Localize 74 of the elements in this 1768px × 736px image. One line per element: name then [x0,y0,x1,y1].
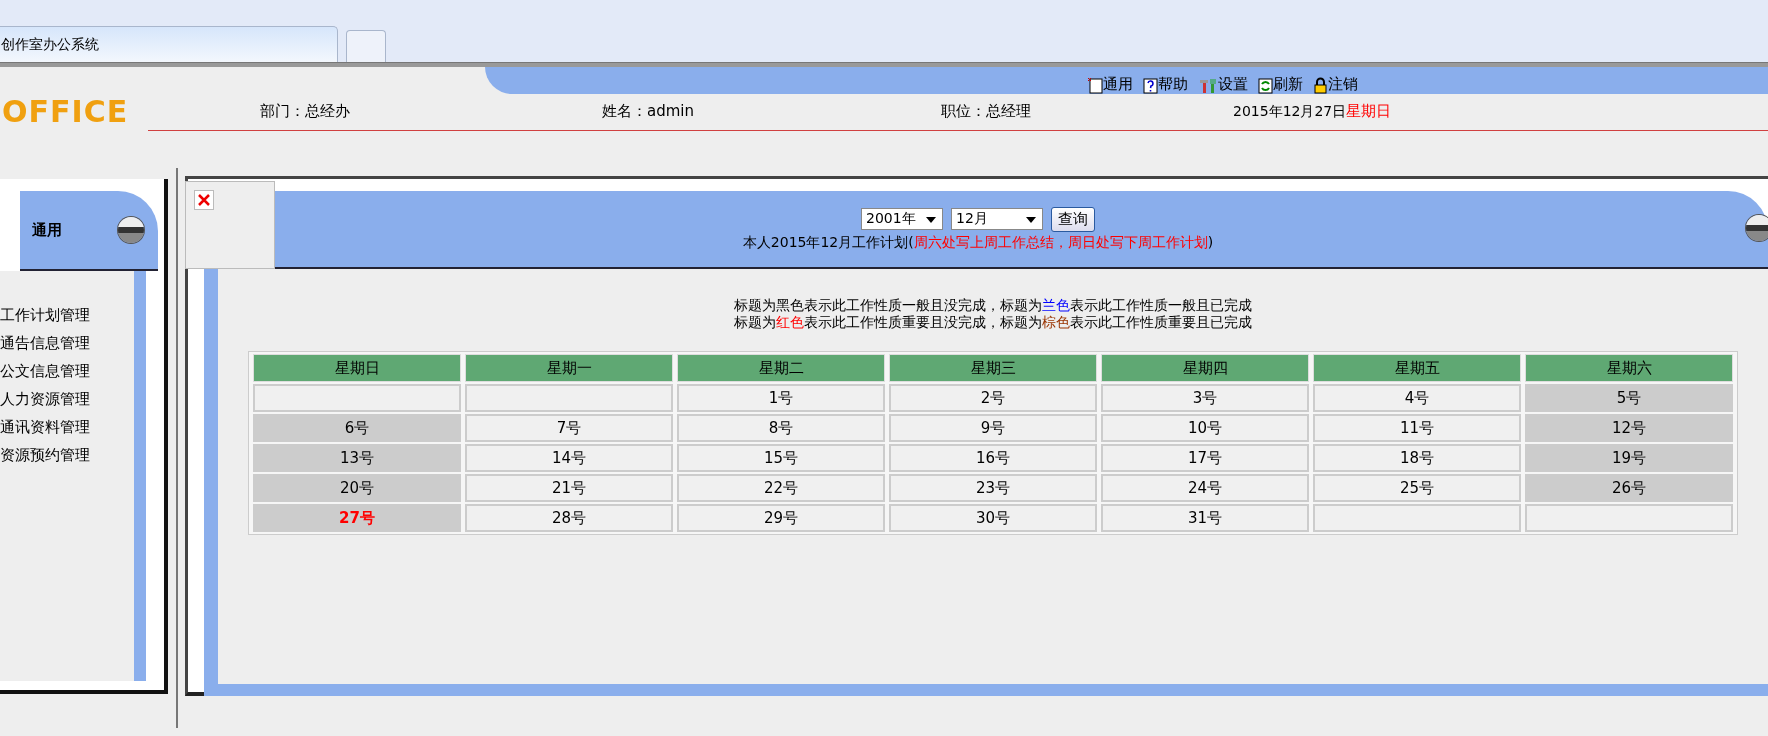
day-cell[interactable]: 22号 [677,474,885,502]
logo-text: OFFICE [2,93,130,129]
day-cell[interactable]: 4号 [1313,384,1521,412]
day-cell[interactable]: 12号 [1525,414,1733,442]
broken-image-icon [194,190,214,210]
day-cell[interactable]: 30号 [889,504,1097,532]
tools-icon [1198,77,1218,94]
year-select[interactable]: 2001年 [861,208,943,230]
sidebar-title: 通用 [32,220,62,240]
user-name-label: 姓名：admin [602,101,694,121]
plan-title: 本人2015年12月工作计划(周六处写上周工作总结，周日处写下周工作计划) [742,233,1214,252]
day-cell[interactable]: 28号 [465,504,673,532]
help-icon [1143,78,1158,94]
sidebar-item[interactable]: 工作计划管理 [0,301,134,329]
day-cell[interactable]: 17号 [1101,444,1309,472]
day-cell[interactable]: 16号 [889,444,1097,472]
sidebar-item[interactable]: 通讯资料管理 [0,413,134,441]
toolbar-link[interactable]: 设置 [1198,75,1248,94]
position-label: 职位：总经理 [941,101,1031,121]
day-cell[interactable]: 3号 [1101,384,1309,412]
toolbar-link[interactable]: 通用 [1087,75,1133,94]
toolbar-link[interactable]: 帮助 [1143,75,1188,94]
weekday-header: 星期二 [677,354,885,382]
query-button[interactable]: 查询 [1051,206,1095,232]
department-label: 部门：总经办 [260,101,350,121]
day-cell[interactable]: 2号 [889,384,1097,412]
legend-text: 标题为红色表示此工作性质重要且没完成，标题为棕色表示此工作性质重要且已完成 [733,314,1253,331]
day-cell[interactable]: 19号 [1525,444,1733,472]
day-cell[interactable]: 1号 [677,384,885,412]
day-cell[interactable]: 14号 [465,444,673,472]
day-cell[interactable]: 20号 [253,474,461,502]
date-label: 2015年12月27日星期日 [1233,101,1392,121]
toolbar-link[interactable]: 刷新 [1258,75,1303,94]
day-cell[interactable] [253,384,461,412]
toolbar-link[interactable]: 注销 [1313,75,1358,94]
day-cell[interactable]: 8号 [677,414,885,442]
day-cell[interactable]: 29号 [677,504,885,532]
sidebar-item[interactable]: 资源预约管理 [0,441,134,469]
day-cell[interactable]: 5号 [1525,384,1733,412]
day-cell[interactable]: 9号 [889,414,1097,442]
new-tab-button[interactable] [346,30,386,62]
weekday-header: 星期六 [1525,354,1733,382]
day-cell[interactable]: 21号 [465,474,673,502]
day-cell[interactable]: 13号 [253,444,461,472]
weekday-header: 星期三 [889,354,1097,382]
day-cell[interactable]: 25号 [1313,474,1521,502]
weekday-header: 星期四 [1101,354,1309,382]
day-cell[interactable]: 31号 [1101,504,1309,532]
day-cell[interactable] [465,384,673,412]
day-cell[interactable]: 26号 [1525,474,1733,502]
day-cell[interactable]: 24号 [1101,474,1309,502]
sidebar-item[interactable]: 人力资源管理 [0,385,134,413]
collapse-button[interactable] [1746,215,1768,241]
month-select[interactable]: 12月 [951,208,1043,230]
weekday-header: 星期日 [253,354,461,382]
weekday-header: 星期一 [465,354,673,382]
sidebar-item[interactable]: 通告信息管理 [0,329,134,357]
day-cell[interactable] [1525,504,1733,532]
day-cell[interactable] [1313,504,1521,532]
sidebar-item[interactable]: 公文信息管理 [0,357,134,385]
day-cell[interactable]: 15号 [677,444,885,472]
note-icon [1087,77,1103,94]
weekday-header: 星期五 [1313,354,1521,382]
browser-tab[interactable]: 创作室办公系统 [0,26,338,62]
day-cell[interactable]: 7号 [465,414,673,442]
legend-text: 标题为黑色表示此工作性质一般且没完成，标题为兰色表示此工作性质一般且已完成 [733,297,1253,314]
day-cell[interactable]: 10号 [1101,414,1309,442]
lock-icon [1313,77,1328,94]
collapse-button[interactable] [118,217,144,243]
day-cell[interactable]: 11号 [1313,414,1521,442]
refresh-icon [1258,78,1273,94]
day-cell[interactable]: 23号 [889,474,1097,502]
day-cell[interactable]: 18号 [1313,444,1521,472]
day-cell[interactable]: 6号 [253,414,461,442]
